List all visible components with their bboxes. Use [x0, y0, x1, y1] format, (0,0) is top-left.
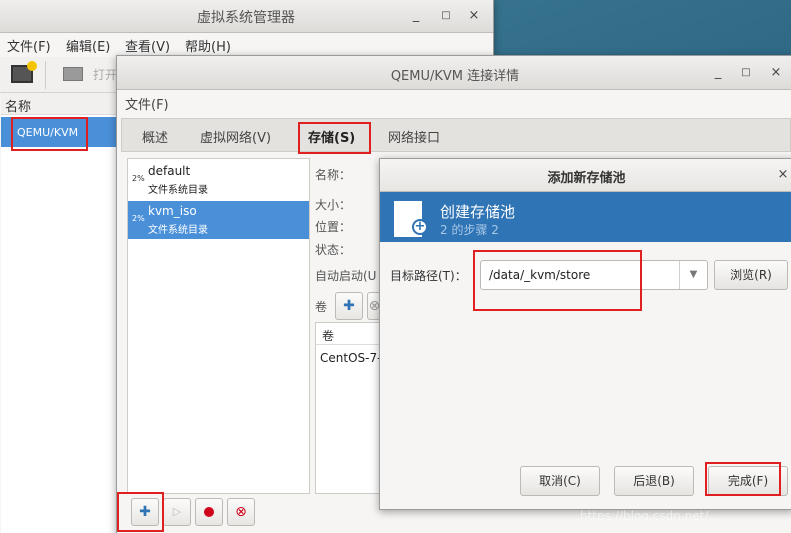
- tab-overview[interactable]: 概述: [142, 127, 168, 146]
- dialog-titlebar: 添加新存储池 ×: [380, 159, 791, 192]
- tab-virtual-networks[interactable]: 虚拟网络(V): [200, 127, 271, 146]
- menu-view[interactable]: 查看(V): [125, 36, 170, 55]
- pool-name-label: 名称：: [315, 168, 352, 182]
- details-tabs: 概述 虚拟网络(V) 存储(S) 网络接口: [121, 118, 791, 152]
- stop-pool-button[interactable]: [195, 498, 223, 526]
- menu-edit[interactable]: 编辑(E): [66, 36, 110, 55]
- main-menubar: 文件(F) 编辑(E) 查看(V) 帮助(H): [0, 33, 493, 57]
- menu-help[interactable]: 帮助(H): [185, 36, 231, 55]
- maximize-icon[interactable]: □: [737, 64, 755, 82]
- close-icon[interactable]: ×: [774, 166, 791, 184]
- main-titlebar: 虚拟系统管理器 _ □ ×: [0, 0, 493, 33]
- toolbar-separator: [45, 61, 46, 89]
- minimize-icon[interactable]: _: [407, 7, 425, 25]
- back-button[interactable]: 后退(B): [614, 466, 694, 496]
- pool-type: 文件系统目录: [148, 225, 208, 236]
- target-path-label: 目标路径(T)：: [390, 269, 467, 283]
- banner-title: 创建存储池: [440, 203, 516, 221]
- dialog-title: 添加新存储池: [547, 171, 626, 186]
- banner-step: 2 的步骤 2: [440, 223, 499, 237]
- delete-pool-button[interactable]: ⊗: [227, 498, 255, 526]
- start-pool-button[interactable]: ▷: [163, 498, 191, 526]
- annotation-storage-tab: [298, 122, 371, 154]
- minimize-icon[interactable]: _: [709, 64, 727, 82]
- watermark-text: https://blog.csdn.net/...: [580, 509, 720, 523]
- pool-name: default: [148, 164, 191, 178]
- pool-item-kvm-iso[interactable]: 2% kvm_iso 文件系统目录: [128, 201, 309, 239]
- new-storage-icon: +: [394, 201, 428, 237]
- new-vm-icon[interactable]: [11, 61, 37, 83]
- pool-name: kvm_iso: [148, 204, 197, 218]
- add-storage-pool-dialog: 添加新存储池 × + 创建存储池 2 的步骤 2 目标路径(T)： /data/…: [379, 158, 791, 510]
- pool-usage: 2%: [132, 174, 145, 183]
- annotation-target-path: [473, 250, 642, 311]
- chevron-down-icon[interactable]: ▼: [679, 261, 707, 289]
- pool-size-label: 大小：: [315, 198, 352, 212]
- toolbar-open-label[interactable]: 打开: [93, 66, 117, 83]
- pool-type: 文件系统目录: [148, 185, 208, 196]
- details-titlebar: QEMU/KVM 连接详情 _ □ ×: [117, 56, 791, 90]
- name-column-header: 名称: [1, 93, 121, 115]
- details-menu-file[interactable]: 文件(F): [125, 94, 169, 113]
- volumes-label: 卷: [315, 300, 328, 314]
- annotation-finish: [705, 462, 781, 496]
- plus-icon: +: [412, 219, 428, 235]
- maximize-icon[interactable]: □: [437, 7, 455, 25]
- annotation-add-pool: [117, 492, 164, 532]
- pool-autostart-label[interactable]: 自动启动(U: [315, 267, 376, 284]
- add-volume-button[interactable]: ✚: [335, 292, 363, 320]
- connection-list[interactable]: QEMU/KVM: [1, 115, 121, 533]
- storage-pool-list[interactable]: 2% default 文件系统目录 2% kvm_iso 文件系统目录: [127, 158, 310, 494]
- open-console-icon[interactable]: [63, 67, 83, 81]
- tab-network-interfaces[interactable]: 网络接口: [388, 127, 440, 146]
- annotation-connection: [11, 117, 88, 151]
- close-icon[interactable]: ×: [767, 64, 785, 82]
- pool-location-label: 位置：: [315, 220, 352, 234]
- pool-item-default[interactable]: 2% default 文件系统目录: [128, 161, 309, 199]
- details-window-title: QEMU/KVM 连接详情: [390, 69, 520, 84]
- stop-icon: [204, 507, 214, 517]
- cancel-button[interactable]: 取消(C): [520, 466, 600, 496]
- browse-button[interactable]: 浏览(R): [714, 260, 788, 290]
- pool-state-label: 状态：: [315, 243, 352, 257]
- menu-file[interactable]: 文件(F): [7, 36, 51, 55]
- close-icon[interactable]: ×: [465, 7, 483, 25]
- dialog-banner: + 创建存储池 2 的步骤 2: [380, 192, 791, 242]
- pool-usage: 2%: [132, 214, 145, 223]
